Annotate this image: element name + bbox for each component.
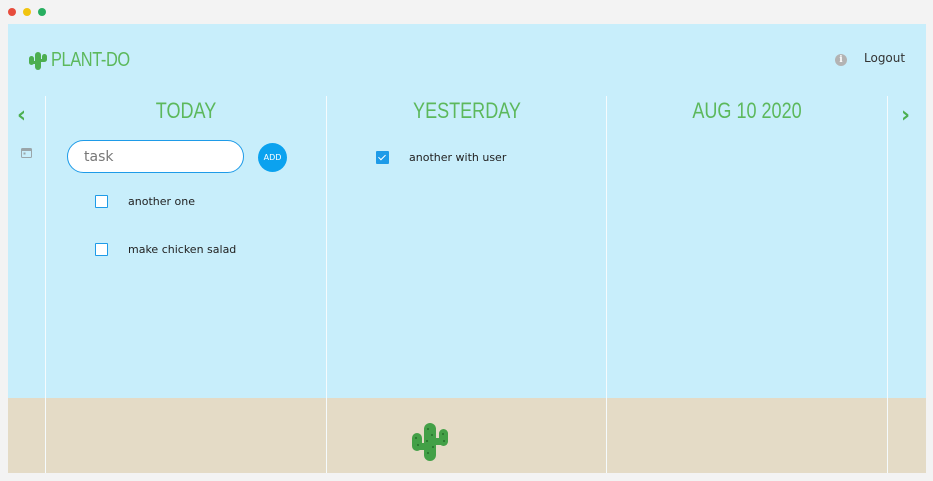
add-task-button[interactable]: ADD [258,143,287,172]
next-day-button[interactable]: › [901,103,910,128]
logout-button[interactable]: Logout [864,51,905,65]
task-label: make chicken salad [128,243,237,256]
task-item: another with user [376,151,506,164]
window-close-button[interactable] [8,8,16,16]
column-divider [887,96,888,473]
window-titlebar [0,0,933,24]
task-label: another with user [409,151,507,164]
app-canvas: PLANT-DO i Logout ‹ › TODAY YESTERDAY AU… [8,24,926,473]
task-item: another one [95,195,195,208]
app-logo[interactable]: PLANT-DO [27,48,147,72]
task-label: another one [128,195,195,208]
calendar-icon[interactable] [21,147,32,158]
column-title-yesterday: YESTERDAY [413,98,521,123]
column-divider [45,96,46,473]
window-maximize-button[interactable] [38,8,46,16]
column-title-date: AUG 10 2020 [692,98,802,123]
app-title: PLANT-DO [51,48,130,71]
cactus-icon [29,52,47,70]
task-checkbox[interactable] [95,195,108,208]
task-checkbox[interactable] [95,243,108,256]
column-divider [326,96,327,473]
column-title-today: TODAY [155,98,217,123]
task-checkbox-checked[interactable] [376,151,389,164]
column-divider [606,96,607,473]
cactus-icon [412,423,448,461]
window-minimize-button[interactable] [23,8,31,16]
task-item: make chicken salad [95,243,236,256]
ground-strip [8,398,926,473]
task-input[interactable] [67,140,244,173]
prev-day-button[interactable]: ‹ [17,103,26,128]
info-icon[interactable]: i [835,54,847,66]
